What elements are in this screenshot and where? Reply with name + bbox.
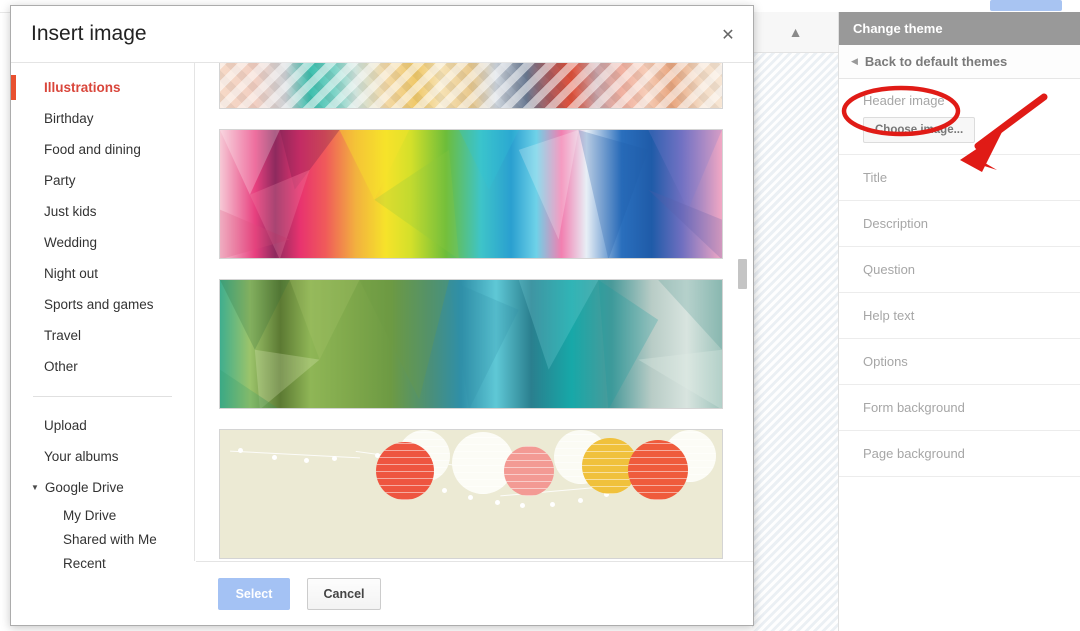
change-theme-header: Change theme	[839, 12, 1080, 45]
chevron-double-up-icon[interactable]: ▲	[789, 25, 803, 39]
cancel-button[interactable]: Cancel	[307, 577, 381, 610]
theme-row-label: Form background	[863, 400, 965, 415]
sidebar-item-party[interactable]: Party	[11, 165, 194, 196]
theme-row-label: Page background	[863, 446, 965, 461]
sidebar-item-your-albums[interactable]: Your albums	[11, 441, 194, 472]
sidebar-divider	[33, 396, 172, 397]
sidebar-item-label: Google Drive	[44, 480, 124, 495]
image-results-pane	[195, 63, 753, 561]
background-form-area	[752, 12, 839, 631]
caret-left-icon: ◀	[851, 56, 858, 66]
pastel-diamond-mosaic-image	[220, 63, 722, 108]
theme-row-help-text[interactable]: Help text	[839, 293, 1080, 339]
string-bulb	[272, 455, 277, 460]
background-primary-button[interactable]	[990, 0, 1062, 11]
theme-row-label: Help text	[863, 308, 915, 323]
theme-row-form-background[interactable]: Form background	[839, 385, 1080, 431]
sidebar-item-label: Travel	[44, 328, 82, 343]
dialog-header: Insert image ✕	[11, 6, 753, 63]
low-poly-overlay-icon	[220, 130, 722, 258]
sidebar-item-google-drive[interactable]: ▼ Google Drive	[11, 472, 194, 503]
sidebar-item-recent[interactable]: Recent	[11, 551, 194, 575]
lantern-red	[376, 442, 434, 500]
select-button[interactable]: Select	[218, 577, 290, 610]
image-thumbnail[interactable]	[219, 429, 723, 559]
string-bulb	[578, 498, 583, 503]
header-image-label: Header image	[863, 93, 945, 108]
image-thumbnail[interactable]	[219, 279, 723, 409]
sidebar-item-wedding[interactable]: Wedding	[11, 227, 194, 258]
sidebar-item-my-drive[interactable]: My Drive	[11, 503, 194, 527]
sidebar-item-label: Other	[44, 359, 78, 374]
string-bulb	[304, 458, 309, 463]
sidebar-item-shared-with-me[interactable]: Shared with Me	[11, 527, 194, 551]
string-bulb	[468, 495, 473, 500]
image-thumbnail[interactable]	[219, 129, 723, 259]
sidebar-item-label: Wedding	[44, 235, 98, 250]
string-bulb	[332, 456, 337, 461]
sidebar-item-label: Sports and games	[44, 297, 154, 312]
theme-row-header-image[interactable]: Header image Choose image...	[839, 79, 1080, 155]
image-thumbnail[interactable]	[219, 63, 723, 109]
theme-row-options[interactable]: Options	[839, 339, 1080, 385]
sidebar-item-label: Upload	[44, 418, 87, 433]
sidebar-item-birthday[interactable]: Birthday	[11, 103, 194, 134]
theme-row-description[interactable]: Description	[839, 201, 1080, 247]
sidebar-item-illustrations[interactable]: Illustrations	[11, 72, 194, 103]
choose-image-button[interactable]: Choose image...	[863, 117, 976, 143]
image-scrollbar-thumb[interactable]	[738, 259, 747, 289]
sidebar-item-label: Shared with Me	[63, 531, 157, 547]
caret-down-icon[interactable]: ▼	[31, 483, 39, 492]
back-to-default-themes-label: Back to default themes	[864, 54, 1008, 69]
string-bulb	[550, 502, 555, 507]
sidebar-item-label: Party	[44, 173, 76, 188]
dialog-footer: Select Cancel	[196, 561, 753, 625]
image-scroller	[195, 63, 753, 561]
theme-row-label: Title	[863, 170, 888, 185]
dialog-body: Illustrations Birthday Food and dining P…	[11, 63, 753, 571]
sidebar-item-label: Your albums	[44, 449, 119, 464]
theme-row-page-background[interactable]: Page background	[839, 431, 1080, 477]
theme-row-label: Question	[863, 262, 916, 277]
sidebar-item-label: Illustrations	[44, 80, 121, 95]
sidebar-item-other[interactable]: Other	[11, 351, 194, 382]
sidebar-item-upload[interactable]: Upload	[11, 410, 194, 441]
change-theme-panel: Change theme ◀ Back to default themes He…	[838, 12, 1080, 631]
back-to-default-themes-row[interactable]: ◀ Back to default themes	[839, 45, 1080, 79]
sidebar-item-sports-and-games[interactable]: Sports and games	[11, 289, 194, 320]
light-string	[230, 450, 360, 459]
close-icon[interactable]: ✕	[717, 24, 739, 46]
screen: ▲ Change theme ◀ Back to default themes …	[0, 0, 1080, 631]
sidebar-item-food-and-dining[interactable]: Food and dining	[11, 134, 194, 165]
sidebar-item-travel[interactable]: Travel	[11, 320, 194, 351]
sidebar-item-just-kids[interactable]: Just kids	[11, 196, 194, 227]
sidebar-item-label: Food and dining	[44, 142, 141, 157]
theme-row-label: Options	[863, 354, 908, 369]
insert-image-dialog: Insert image ✕ Illustrations Birthday Fo…	[10, 5, 754, 626]
dialog-sidebar: Illustrations Birthday Food and dining P…	[11, 63, 195, 571]
lantern-pink	[504, 446, 554, 496]
sidebar-item-label: Recent	[63, 555, 106, 571]
background-collapse-bar[interactable]: ▲	[752, 12, 838, 53]
string-bulb	[238, 448, 243, 453]
theme-row-title[interactable]: Title	[839, 155, 1080, 201]
change-theme-title: Change theme	[853, 21, 943, 36]
dialog-title: Insert image	[31, 22, 147, 45]
sidebar-item-label: Birthday	[44, 111, 94, 126]
lantern-red	[628, 440, 688, 500]
low-poly-overlay-icon	[220, 280, 722, 408]
string-bulb	[495, 500, 500, 505]
sidebar-item-label: Just kids	[44, 204, 97, 219]
string-bulb	[520, 503, 525, 508]
theme-row-question[interactable]: Question	[839, 247, 1080, 293]
string-bulb	[442, 488, 447, 493]
theme-row-label: Description	[863, 216, 929, 231]
image-scrollbar-track[interactable]	[738, 63, 747, 561]
sidebar-item-night-out[interactable]: Night out	[11, 258, 194, 289]
paper-lanterns-image	[220, 430, 722, 558]
sidebar-item-label: My Drive	[63, 507, 117, 523]
sidebar-item-label: Night out	[44, 266, 99, 281]
